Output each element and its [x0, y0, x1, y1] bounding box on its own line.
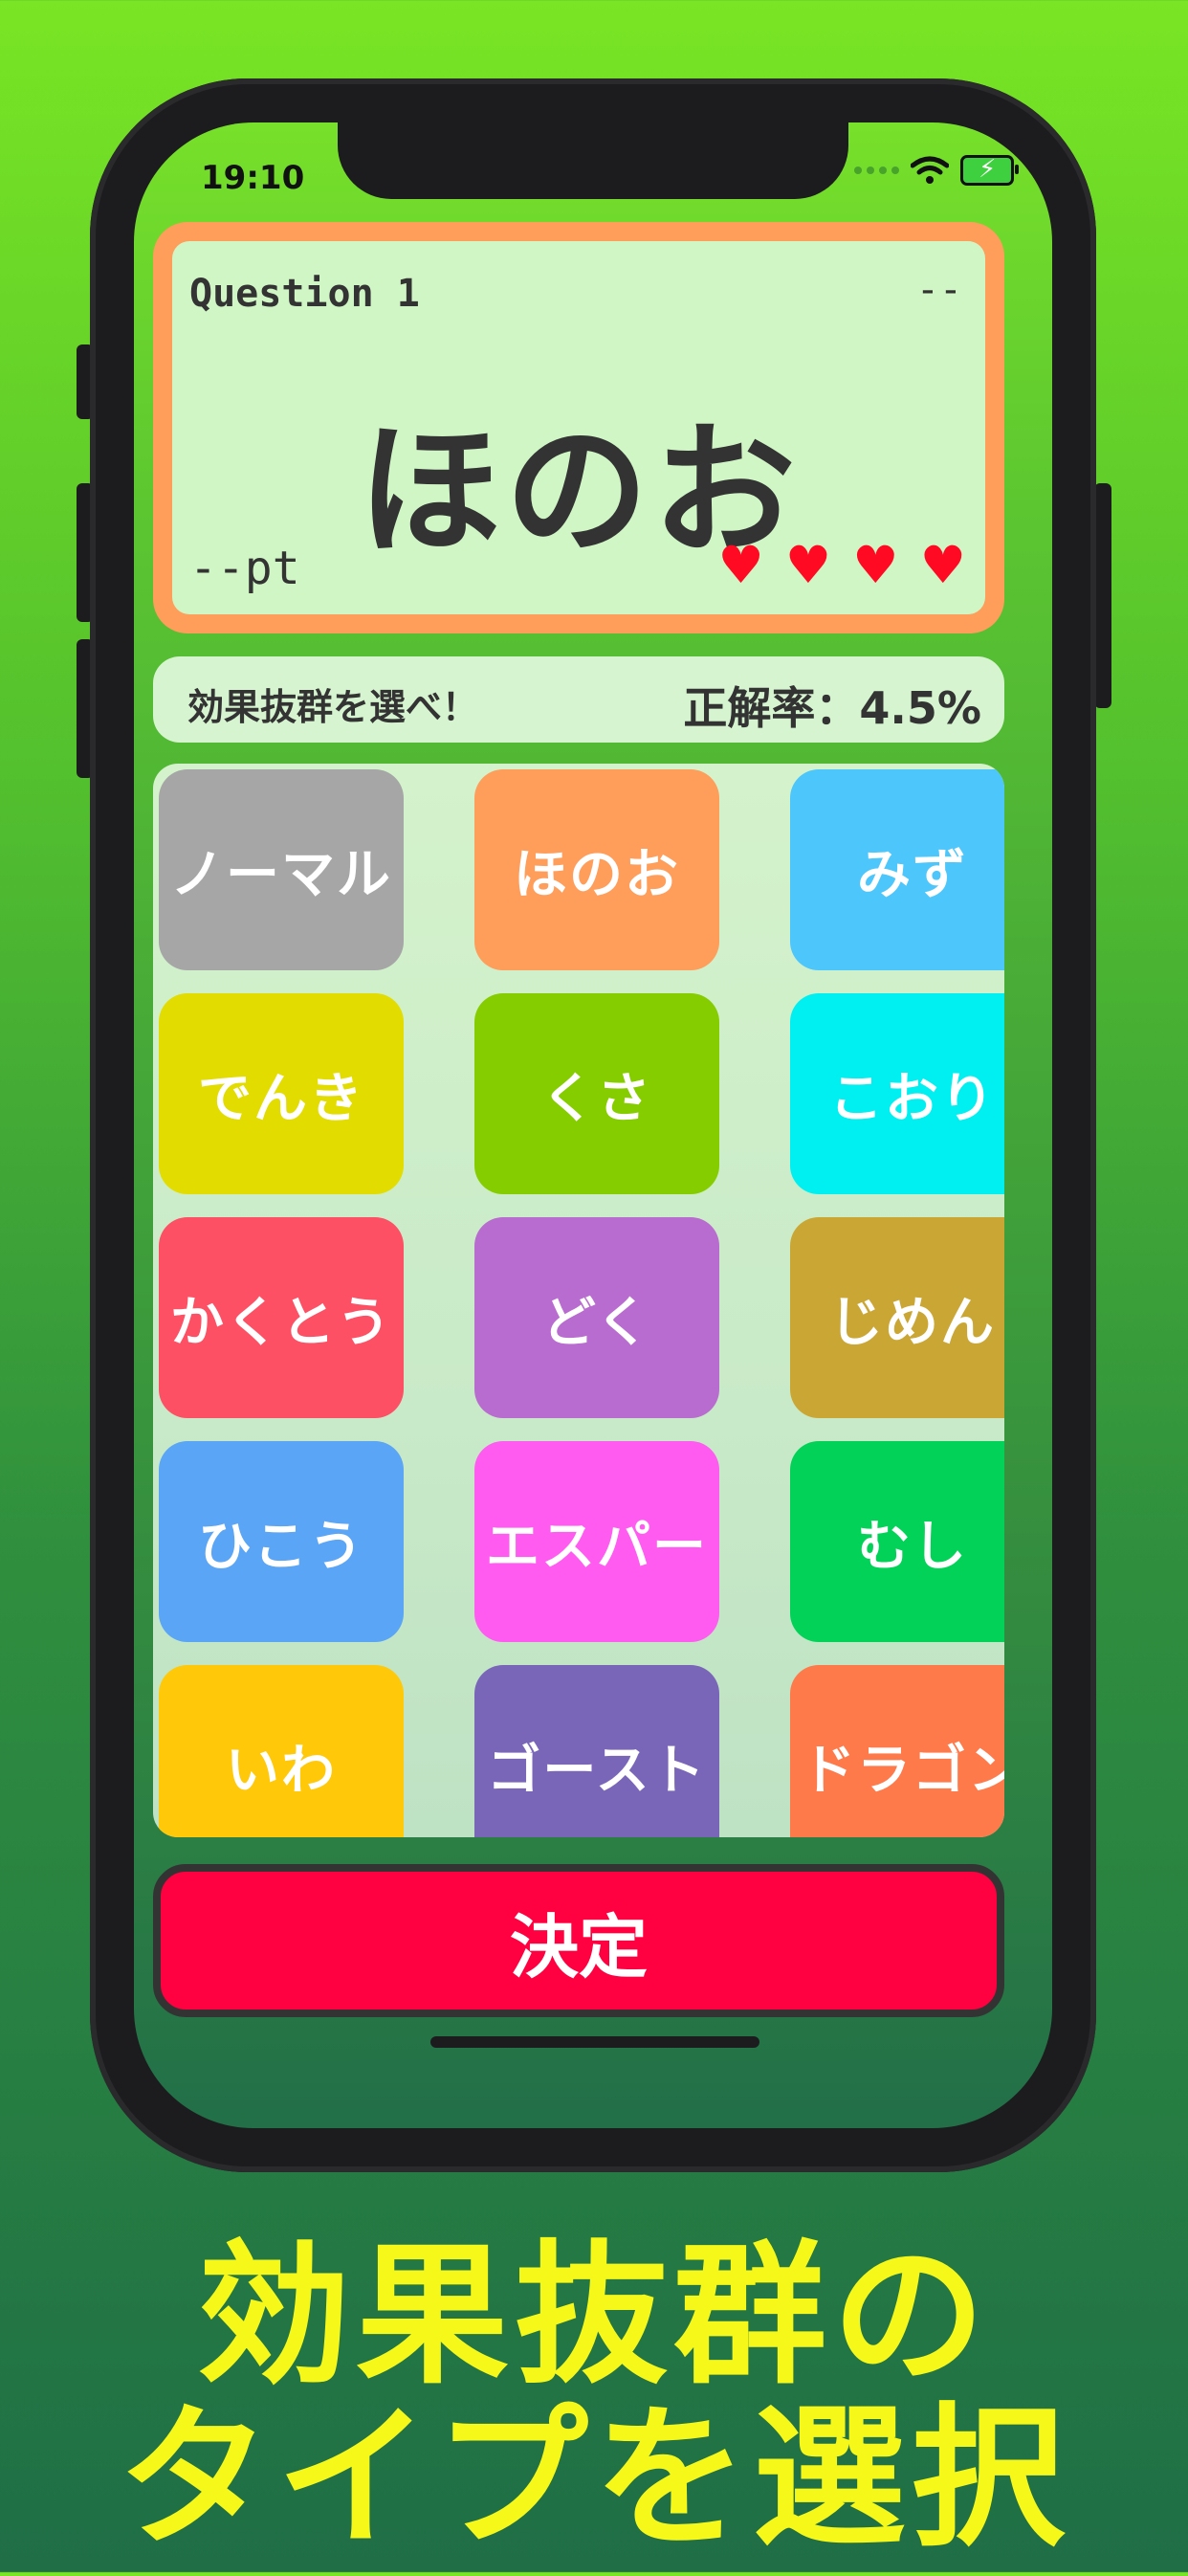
type-button-grass[interactable]: くさ	[474, 993, 719, 1194]
type-button-flying[interactable]: ひこう	[159, 1441, 404, 1642]
type-button-water[interactable]: みず	[790, 769, 1004, 970]
type-button-electric[interactable]: でんき	[159, 993, 404, 1194]
caption-line-2: タイプを選択	[117, 2388, 1070, 2567]
signal-icon	[854, 167, 899, 174]
question-card: Question 1 -- ほのお --pt ♥ ♥ ♥ ♥	[153, 222, 1004, 633]
notch	[338, 122, 848, 199]
question-number: Question 1	[189, 272, 420, 316]
type-button-psychic[interactable]: エスパー	[474, 1441, 719, 1642]
type-button-bug[interactable]: むし	[790, 1441, 1004, 1642]
type-button-rock[interactable]: いわ	[159, 1665, 404, 1837]
type-button-ground[interactable]: じめん	[790, 1217, 1004, 1418]
question-result: --	[915, 268, 962, 312]
accuracy-rate: 正解率：4.5%	[683, 682, 981, 734]
heart-icon: ♥	[784, 535, 832, 595]
lives: ♥ ♥ ♥ ♥	[717, 535, 966, 595]
question-card-inner: Question 1 -- ほのお --pt ♥ ♥ ♥ ♥	[172, 241, 985, 614]
type-button-dragon[interactable]: ドラゴン	[790, 1665, 1004, 1837]
heart-icon: ♥	[717, 535, 764, 595]
type-button-fire[interactable]: ほのお	[474, 769, 719, 970]
status-time: 19:10	[201, 159, 305, 197]
points-display: --pt	[189, 542, 300, 595]
home-indicator[interactable]	[430, 2036, 759, 2048]
type-button-poison[interactable]: どく	[474, 1217, 719, 1418]
type-grid[interactable]: ノーマル ほのお みず でんき くさ こおり かくとう どく じめん ひこう エ…	[153, 764, 1004, 1837]
phone-frame: 19:10 ⚡ Question 1 -- ほのお --pt ♥ ♥ ♥ ♥ 効…	[90, 78, 1096, 2172]
decide-button[interactable]: 決定	[153, 1864, 1004, 2017]
wifi-icon	[911, 156, 949, 184]
instruction-text: 効果抜群を選べ！	[187, 686, 479, 728]
power-button	[1094, 483, 1111, 708]
type-button-fighting[interactable]: かくとう	[159, 1217, 404, 1418]
app-screen: 19:10 ⚡ Question 1 -- ほのお --pt ♥ ♥ ♥ ♥ 効…	[134, 122, 1052, 2128]
battery-icon: ⚡	[960, 155, 1019, 186]
type-button-ice[interactable]: こおり	[790, 993, 1004, 1194]
status-icons: ⚡	[854, 155, 1019, 186]
info-bar: 効果抜群を選べ！ 正解率：4.5%	[153, 656, 1004, 743]
heart-icon: ♥	[919, 535, 966, 595]
type-button-normal[interactable]: ノーマル	[159, 769, 404, 970]
type-button-ghost[interactable]: ゴースト	[474, 1665, 719, 1837]
heart-icon: ♥	[852, 535, 899, 595]
